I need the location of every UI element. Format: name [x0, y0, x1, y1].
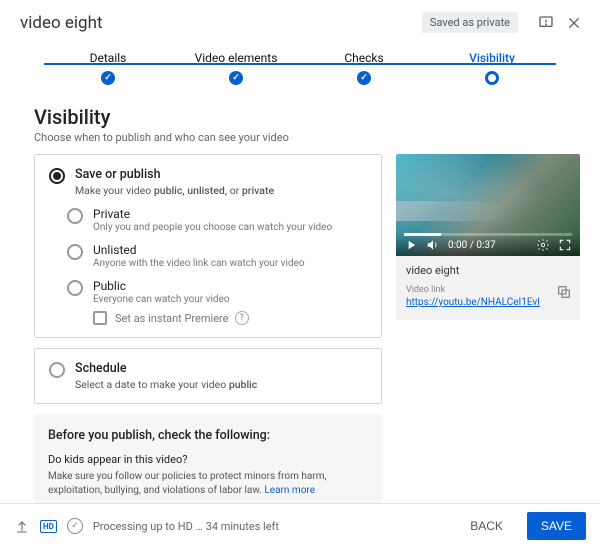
settings-icon[interactable] [536, 238, 550, 252]
upload-icon [14, 518, 30, 534]
section-title: Visibility [34, 105, 580, 129]
copy-icon[interactable] [556, 284, 572, 304]
video-thumbnail[interactable]: 0:00 / 0:37 [396, 154, 580, 256]
option-desc: Everyone can watch your video [93, 294, 367, 305]
back-button[interactable]: BACK [456, 512, 517, 540]
notice-kids-question: Do kids appear in this video? [48, 453, 368, 466]
dialog-title: video eight [20, 13, 103, 33]
option-public[interactable]: Public Everyone can watch your video [67, 279, 367, 305]
schedule-card: Schedule Select a date to make your vide… [34, 348, 382, 404]
section-subtitle: Choose when to publish and who can see y… [34, 131, 580, 144]
volume-icon[interactable] [426, 238, 440, 252]
step-details[interactable]: Details [44, 51, 172, 87]
save-or-publish-desc: Make your video public, unlisted, or pri… [75, 184, 367, 197]
upload-dialog: video eight Saved as private Details Vid… [0, 0, 600, 548]
step-video-elements[interactable]: Video elements [172, 51, 300, 87]
time-label: 0:00 / 0:37 [448, 240, 528, 251]
save-or-publish-title: Save or publish [75, 167, 367, 182]
radio-schedule[interactable] [49, 362, 65, 378]
step-dot-complete-icon [101, 71, 115, 85]
step-dot-complete-icon [229, 71, 243, 85]
dialog-footer: HD ✓ Processing up to HD … 34 minutes le… [0, 503, 600, 548]
video-link[interactable]: https://youtu.be/NHALCeI1EvI [406, 297, 570, 308]
radio-public[interactable] [67, 280, 83, 296]
option-unlisted[interactable]: Unlisted Anyone with the video link can … [67, 243, 367, 269]
radio-private[interactable] [67, 208, 83, 224]
publish-notice: Before you publish, check the following:… [34, 414, 382, 503]
save-button[interactable]: SAVE [527, 512, 586, 540]
radio-unlisted[interactable] [67, 244, 83, 260]
option-title: Private [93, 207, 367, 221]
schedule-desc: Select a date to make your video public [75, 378, 367, 391]
dialog-titlebar: video eight Saved as private [0, 0, 600, 41]
step-visibility[interactable]: Visibility [428, 51, 556, 87]
radio-save-or-publish[interactable] [49, 168, 65, 184]
premiere-checkbox[interactable] [93, 311, 107, 325]
option-title: Unlisted [93, 243, 367, 257]
step-dot-complete-icon [357, 71, 371, 85]
notice-kids-text: Make sure you follow our policies to pro… [48, 470, 368, 498]
preview-title: video eight [406, 264, 570, 277]
option-desc: Only you and people you choose can watch… [93, 222, 367, 233]
close-icon[interactable] [564, 13, 584, 33]
option-title: Public [93, 279, 367, 293]
step-dot-current-icon [485, 71, 499, 85]
option-private[interactable]: Private Only you and people you choose c… [67, 207, 367, 233]
stepper-line [44, 63, 556, 65]
premiere-label: Set as instant Premiere [115, 312, 229, 325]
learn-more-link[interactable]: Learn more [264, 485, 315, 496]
help-icon[interactable]: ? [235, 311, 249, 325]
notice-heading: Before you publish, check the following: [48, 428, 368, 443]
processing-status: Processing up to HD … 34 minutes left [93, 520, 446, 533]
checks-complete-icon: ✓ [67, 518, 83, 534]
option-desc: Anyone with the video link can watch you… [93, 258, 367, 269]
step-checks[interactable]: Checks [300, 51, 428, 87]
saved-badge: Saved as private [422, 12, 518, 33]
play-icon[interactable] [404, 238, 418, 252]
video-preview: 0:00 / 0:37 video eight Video link https… [396, 154, 580, 320]
premiere-row[interactable]: Set as instant Premiere ? [93, 311, 367, 325]
save-or-publish-card: Save or publish Make your video public, … [34, 154, 382, 338]
link-label: Video link [406, 285, 570, 295]
feedback-icon[interactable] [536, 13, 556, 33]
hd-badge: HD [40, 520, 57, 533]
fullscreen-icon[interactable] [558, 238, 572, 252]
schedule-title: Schedule [75, 361, 367, 376]
dialog-body[interactable]: Visibility Choose when to publish and wh… [0, 87, 600, 503]
